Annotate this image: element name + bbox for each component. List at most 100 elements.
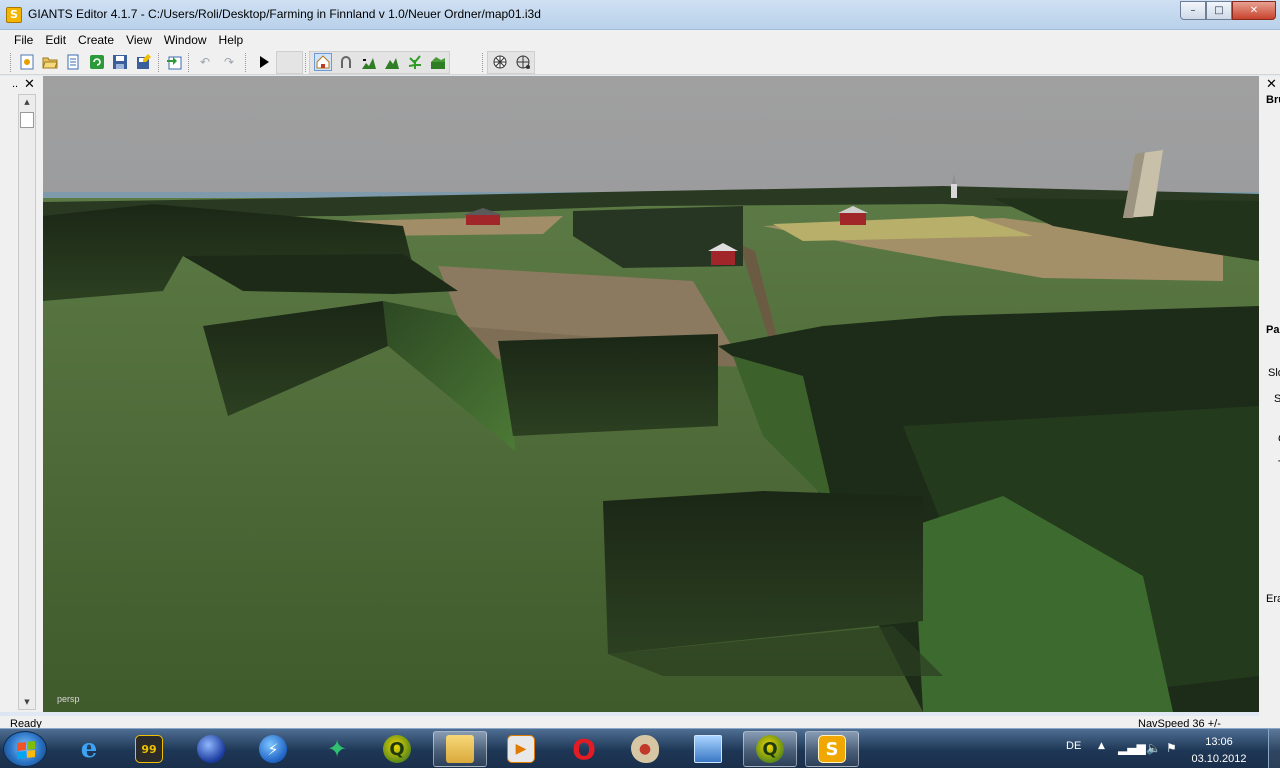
right-dock-panel: ✕ Bru Pa Slo S C T Era xyxy=(1259,76,1280,716)
taskbar-media-player[interactable]: ▶ xyxy=(494,731,548,767)
paint-palette-icon: ● xyxy=(631,735,659,763)
giants-app-icon[interactable]: S xyxy=(6,7,22,23)
menu-bar: File Edit Create View Window Help xyxy=(0,30,1280,50)
menu-create[interactable]: Create xyxy=(72,33,120,47)
import-icon[interactable] xyxy=(165,53,183,71)
system-tray: DE ▲ ▂▄▆ 🔈 ⚑ 13:06 03.10.2012 xyxy=(1058,729,1280,768)
taskbar-internet-explorer[interactable]: e xyxy=(62,731,116,767)
status-bar: Ready NavSpeed 36 +/- xyxy=(0,716,1280,728)
toolbar-grip xyxy=(482,53,483,72)
giants-editor-window: S GIANTS Editor 4.1.7 - C:/Users/Roli/De… xyxy=(0,0,1280,768)
qgis-icon: Q xyxy=(756,735,784,763)
scroll-up-arrow-icon[interactable]: ▲ xyxy=(19,95,35,109)
play-icon[interactable] xyxy=(255,53,273,71)
menu-window[interactable]: Window xyxy=(158,33,213,47)
giants-editor-icon: S xyxy=(818,735,846,763)
nav-speed: NavSpeed 36 +/- xyxy=(1138,718,1221,728)
close-button[interactable]: ✕ xyxy=(1232,1,1276,20)
folder-icon xyxy=(446,735,474,763)
select-mode-icon[interactable] xyxy=(314,53,332,71)
terrain-paint-icon[interactable] xyxy=(383,53,401,71)
camera-label: persp xyxy=(57,694,80,704)
clock[interactable]: 13:06 03.10.2012 xyxy=(1186,734,1252,768)
taskbar-remote-desktop[interactable] xyxy=(681,731,735,767)
maximize-button[interactable]: □ xyxy=(1206,1,1232,20)
media-player-icon: ▶ xyxy=(507,735,535,763)
taskbar-opera[interactable]: O xyxy=(557,731,611,767)
shield-game-icon: 99 xyxy=(135,735,163,763)
left-dock-scrollbar[interactable]: ▲ ▼ xyxy=(18,94,36,710)
toolbar: ↶ ↷ xyxy=(0,50,1280,75)
undo-icon[interactable]: ↶ xyxy=(196,53,214,71)
sky xyxy=(43,76,1259,201)
erase-label: Era xyxy=(1266,593,1280,605)
taskbar-giants-editor-active[interactable]: S xyxy=(805,731,859,767)
texture-toggle-icon[interactable] xyxy=(514,53,532,71)
save-as-icon[interactable] xyxy=(135,53,153,71)
action-center-flag-icon[interactable]: ⚑ xyxy=(1166,741,1177,755)
taskbar-qgis[interactable]: Q xyxy=(370,731,424,767)
left-dock-panel: .. ✕ ▲ ▼ xyxy=(0,76,43,712)
redo-icon[interactable]: ↷ xyxy=(220,53,238,71)
volume-icon[interactable]: 🔈 xyxy=(1146,741,1161,755)
scroll-down-arrow-icon[interactable]: ▼ xyxy=(19,695,35,709)
3d-viewport[interactable]: persp xyxy=(43,76,1259,712)
network-signal-icon[interactable]: ▂▄▆ xyxy=(1118,741,1146,755)
scene-render xyxy=(43,76,1259,712)
brush-label: Bru xyxy=(1266,94,1280,106)
taskbar-tree-app[interactable]: ✦ xyxy=(310,731,364,767)
taskbar-file-explorer[interactable] xyxy=(433,731,487,767)
left-dock-grip[interactable]: .. xyxy=(12,78,18,90)
clock-date: 03.10.2012 xyxy=(1191,753,1247,765)
opera-icon: O xyxy=(572,732,596,766)
minimize-button[interactable]: – xyxy=(1180,1,1206,20)
menu-view[interactable]: View xyxy=(120,33,158,47)
qgis-icon: Q xyxy=(383,735,411,763)
toolbar-separator xyxy=(158,53,159,72)
properties-icon[interactable] xyxy=(64,53,82,71)
globe-icon xyxy=(197,735,225,763)
monitor-icon xyxy=(694,735,722,763)
status-text: Ready xyxy=(10,718,42,728)
windows-taskbar: e 99 ⚡ ✦ Q ▶ O ● Q S DE ▲ ▂▄▆ 🔈 ⚑ 13:06 … xyxy=(0,728,1280,768)
left-dock-close-button[interactable]: ✕ xyxy=(24,77,35,92)
taskbar-paint[interactable]: ● xyxy=(618,731,672,767)
terrain-smooth-icon[interactable] xyxy=(429,53,447,71)
toolbar-group-spacer xyxy=(276,51,303,74)
toolbar-grip xyxy=(305,53,306,72)
title-bar: S GIANTS Editor 4.1.7 - C:/Users/Roli/De… xyxy=(0,0,1280,30)
show-hidden-icons-icon[interactable]: ▲ xyxy=(1098,741,1105,751)
show-desktop-button[interactable] xyxy=(1268,729,1280,768)
scroll-thumb[interactable] xyxy=(20,112,34,128)
toolbar-grip xyxy=(10,53,11,72)
menu-edit[interactable]: Edit xyxy=(39,33,72,47)
taskbar-qgis-active[interactable]: Q xyxy=(743,731,797,767)
toolbar-separator xyxy=(245,53,246,72)
foliage-paint-icon[interactable] xyxy=(406,53,424,71)
menu-file[interactable]: File xyxy=(8,33,39,47)
internet-explorer-icon: e xyxy=(80,734,98,764)
move-mode-icon[interactable] xyxy=(337,53,355,71)
render-toggle-icon[interactable] xyxy=(491,53,509,71)
new-scene-icon[interactable] xyxy=(18,53,36,71)
open-icon[interactable] xyxy=(41,53,59,71)
clock-time: 13:06 xyxy=(1205,736,1233,748)
menu-help[interactable]: Help xyxy=(213,33,250,47)
size-label: S xyxy=(1274,393,1280,405)
window-title: GIANTS Editor 4.1.7 - C:/Users/Roli/Desk… xyxy=(28,7,541,21)
params-label: Pa xyxy=(1266,324,1280,336)
terrain-raise-icon[interactable] xyxy=(360,53,378,71)
save-icon[interactable] xyxy=(111,53,129,71)
hedge-wall-center xyxy=(498,334,718,436)
toolbar-separator xyxy=(188,53,189,72)
language-indicator[interactable]: DE xyxy=(1066,740,1081,752)
refresh-icon[interactable] xyxy=(88,53,106,71)
tree-icon: ✦ xyxy=(326,735,348,763)
taskbar-game-launcher[interactable]: 99 xyxy=(122,731,176,767)
window-controls: – □ ✕ xyxy=(1180,1,1276,20)
start-button[interactable] xyxy=(3,731,47,767)
taskbar-bolt-app[interactable]: ⚡ xyxy=(246,731,300,767)
taskbar-sphere-app[interactable] xyxy=(184,731,238,767)
right-dock-close-button[interactable]: ✕ xyxy=(1266,77,1277,92)
windows-logo-icon xyxy=(17,741,35,759)
